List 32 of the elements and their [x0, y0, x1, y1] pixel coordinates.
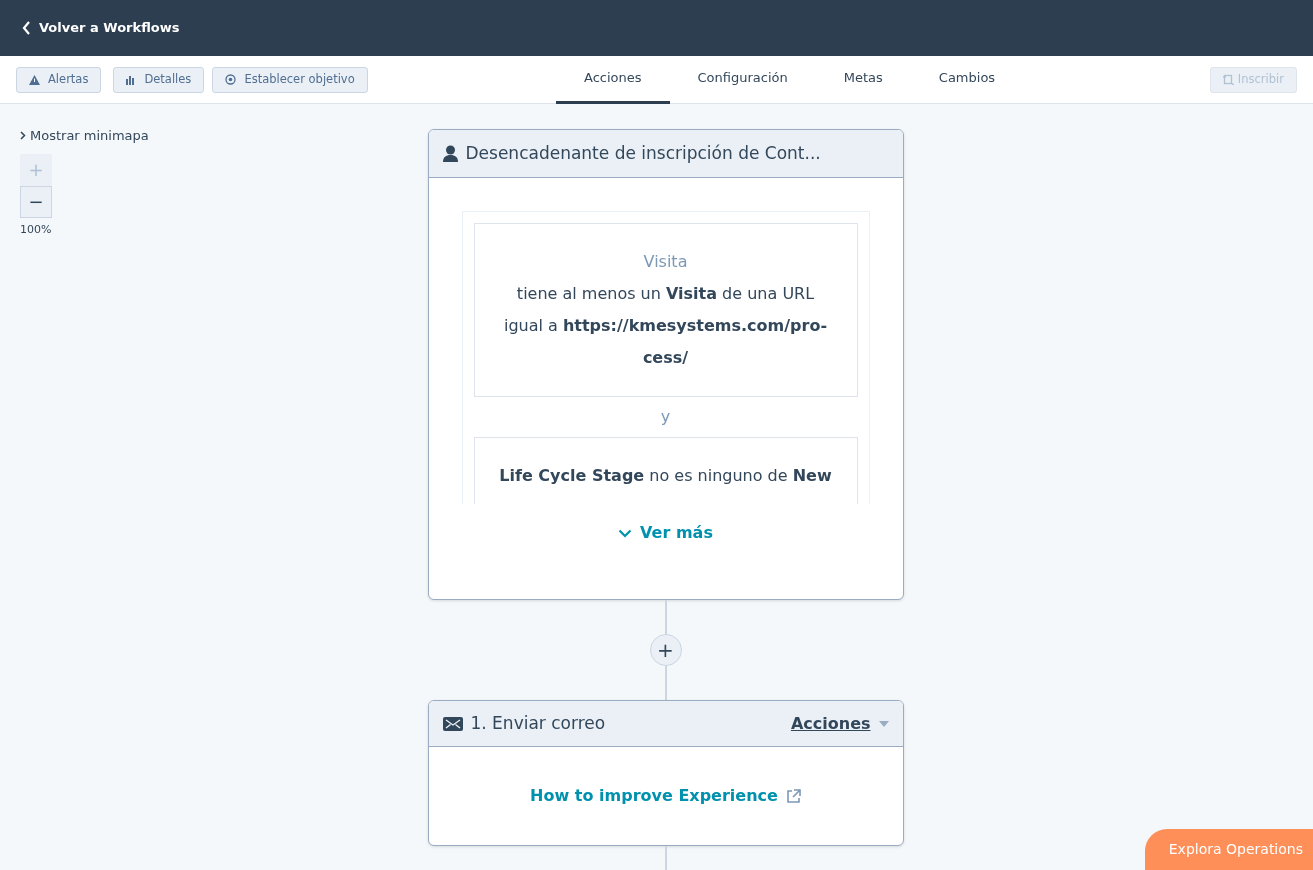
tab[interactable]: Acciones — [556, 55, 670, 104]
tab[interactable]: Configuración — [669, 55, 816, 104]
caret-icon — [878, 720, 889, 727]
tab[interactable]: Cambios — [910, 55, 1024, 104]
actions-menu[interactable]: Acciones — [790, 711, 889, 736]
condition-text: tiene al menos un Visita de una URL igual a https://kmesystems.com/pro-cess/ — [502, 283, 829, 369]
zoom-level: 100% — [20, 221, 53, 238]
card-title: 1. Enviar correo — [470, 711, 606, 735]
chevron-down-icon — [618, 529, 633, 538]
zoom-out-button[interactable]: − — [20, 185, 52, 218]
details-button[interactable]: Detalles — [113, 66, 205, 93]
person-icon — [442, 145, 458, 162]
tab[interactable]: Metas — [815, 55, 911, 104]
chevron-right-icon — [20, 131, 26, 141]
email-link[interactable]: How to improve Experience — [530, 784, 801, 808]
chevron-left-icon — [22, 21, 31, 35]
minimap-toggle[interactable]: Mostrar minimapa — [20, 126, 149, 146]
external-link-icon — [785, 788, 801, 804]
condition-text: Life Cycle Stage no es ninguno de New — [498, 465, 833, 487]
bar-chart-icon — [126, 74, 137, 85]
envelope-icon — [442, 716, 463, 731]
goal-button[interactable]: Establecer objetivo — [212, 66, 368, 93]
back-link[interactable]: Volver a Workflows — [16, 17, 186, 39]
condition-heading: Visita — [642, 251, 689, 273]
see-more-link[interactable]: Ver más — [612, 520, 719, 599]
alerts-button[interactable]: Alertas — [16, 66, 102, 93]
card-title: Desencadenante de inscripción de Cont... — [465, 141, 821, 165]
warning-icon — [29, 74, 40, 85]
joiner-text: y — [660, 407, 671, 426]
enroll-icon — [1222, 74, 1234, 85]
add-step-button[interactable]: + — [649, 634, 682, 666]
target-icon — [225, 74, 237, 85]
